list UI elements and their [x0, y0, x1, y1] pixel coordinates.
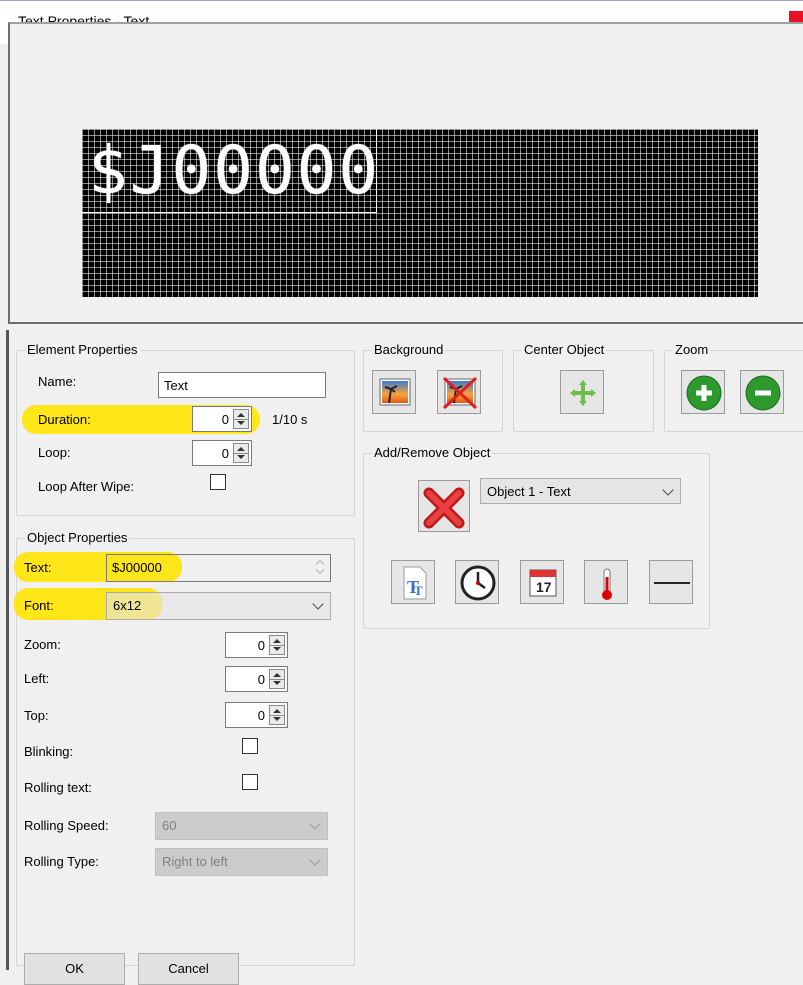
clock-icon: [460, 565, 496, 601]
led-text-bounding-box[interactable]: $J00000: [82, 129, 381, 213]
rolling-speed-value: 60: [162, 818, 177, 833]
image-icon: [379, 378, 411, 406]
center-object-button[interactable]: [560, 370, 604, 414]
rolling-type-value: Right to left: [162, 854, 228, 869]
text-field-value: $J00000: [112, 560, 162, 575]
zoom-spin-arrows[interactable]: [269, 635, 285, 655]
blinking-checkbox[interactable]: [242, 738, 258, 754]
top-stepper[interactable]: 0: [225, 702, 288, 728]
left-stepper[interactable]: 0: [225, 666, 288, 692]
preview-panel: $J00000: [8, 22, 803, 324]
top-label: Top:: [24, 708, 49, 723]
rolling-text-checkbox[interactable]: [242, 774, 258, 790]
object-select[interactable]: Object 1 - Text: [480, 478, 681, 504]
add-remove-object-label: Add/Remove Object: [372, 445, 493, 460]
add-text-button[interactable]: T T: [391, 560, 435, 604]
add-clock-button[interactable]: [455, 560, 499, 604]
ok-button[interactable]: OK: [24, 953, 125, 985]
zoom-stepper[interactable]: 0: [225, 632, 288, 658]
duration-stepper[interactable]: 0: [192, 406, 252, 432]
led-matrix-display: $J00000: [82, 129, 758, 297]
text-file-icon: T T: [403, 566, 427, 600]
left-value: 0: [257, 672, 265, 687]
duration-value: 0: [221, 412, 229, 427]
add-date-button[interactable]: 17: [520, 560, 564, 604]
calendar-day: 17: [536, 579, 552, 595]
line-icon: [654, 582, 690, 584]
top-value: 0: [257, 708, 265, 723]
font-select-value: 6x12: [113, 598, 142, 613]
zoom-group-label: Zoom: [673, 342, 711, 357]
delete-x-icon: [423, 487, 465, 529]
remove-object-button[interactable]: [418, 480, 470, 532]
chevron-down-icon: [309, 818, 321, 830]
background-label: Background: [372, 342, 446, 357]
rolling-speed-select: 60: [155, 812, 328, 840]
duration-unit: 1/10 s: [272, 412, 308, 427]
font-select[interactable]: 6x12: [106, 592, 331, 620]
loop-spin-arrows[interactable]: [233, 443, 249, 463]
thermometer-icon: [602, 568, 612, 600]
loop-after-wipe-checkbox[interactable]: [210, 474, 226, 490]
duration-label: Duration:: [38, 412, 91, 427]
loop-after-wipe-label: Loop After Wipe:: [38, 479, 135, 494]
left-edge-bar: [6, 330, 9, 970]
rolling-type-select: Right to left: [155, 848, 328, 876]
add-line-button[interactable]: [649, 560, 693, 604]
text-label: Text:: [24, 560, 52, 575]
zoom-label: Zoom:: [24, 637, 61, 652]
loop-label: Loop:: [38, 445, 71, 460]
led-text: $J00000: [88, 132, 381, 209]
zoom-in-icon: [686, 375, 722, 411]
left-spin-arrows[interactable]: [269, 669, 285, 689]
calendar-icon: 17: [529, 569, 557, 597]
object-select-value: Object 1 - Text: [487, 484, 571, 499]
add-temperature-button[interactable]: [584, 560, 628, 604]
center-object-label: Center Object: [522, 342, 607, 357]
move-arrows-icon: [570, 380, 596, 406]
font-label: Font:: [24, 598, 54, 613]
object-properties-label: Object Properties: [25, 530, 130, 545]
image-remove-icon: [442, 376, 478, 410]
left-label: Left:: [24, 671, 50, 686]
zoom-out-button[interactable]: [740, 370, 784, 414]
cancel-button[interactable]: Cancel: [138, 953, 239, 985]
text-scroll-arrows[interactable]: [315, 558, 326, 576]
chevron-down-icon: [309, 854, 321, 866]
element-properties-label: Element Properties: [25, 342, 140, 357]
remove-background-button[interactable]: [437, 370, 481, 414]
rolling-speed-label: Rolling Speed:: [24, 818, 109, 833]
name-field[interactable]: Text: [158, 372, 326, 398]
blinking-label: Blinking:: [24, 744, 74, 759]
name-label: Name:: [38, 374, 77, 389]
chevron-down-icon: [312, 598, 324, 610]
set-background-button[interactable]: [372, 370, 416, 414]
chevron-down-icon: [662, 484, 674, 496]
rolling-text-label: Rolling text:: [24, 780, 92, 795]
rolling-type-label: Rolling Type:: [24, 854, 99, 869]
loop-value: 0: [221, 446, 229, 461]
loop-stepper[interactable]: 0: [192, 440, 252, 466]
text-field[interactable]: $J00000: [106, 554, 331, 582]
zoom-in-button[interactable]: [681, 370, 725, 414]
zoom-out-icon: [745, 375, 781, 411]
svg-text:T: T: [414, 583, 423, 598]
duration-spin-arrows[interactable]: [233, 409, 249, 429]
top-spin-arrows[interactable]: [269, 705, 285, 725]
zoom-value: 0: [257, 638, 265, 653]
